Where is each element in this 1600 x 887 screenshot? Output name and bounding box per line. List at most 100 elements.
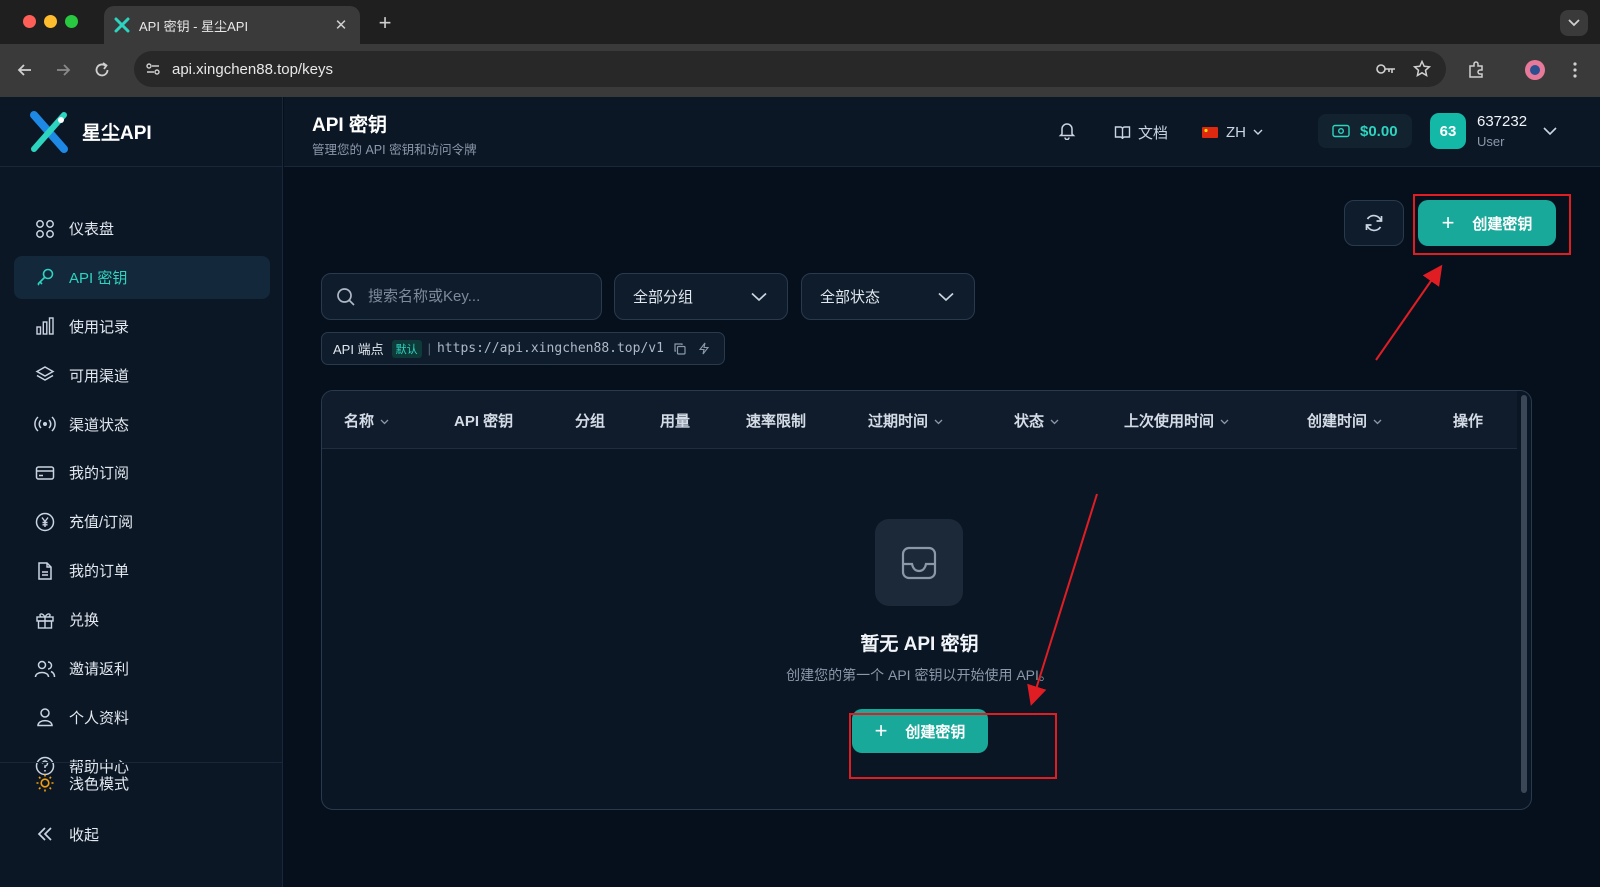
inbox-icon bbox=[875, 519, 963, 606]
sidebar-item-redeem[interactable]: 兑换 bbox=[14, 598, 270, 641]
document-icon bbox=[34, 560, 56, 582]
default-badge: 默认 bbox=[391, 339, 422, 358]
reload-icon[interactable] bbox=[90, 58, 114, 82]
column-header-status[interactable]: 状态 bbox=[1014, 391, 1059, 449]
sidebar-item-subscriptions[interactable]: 我的订阅 bbox=[14, 451, 270, 494]
user-icon bbox=[34, 706, 56, 728]
sidebar-item-label: API 密钥 bbox=[69, 269, 128, 287]
sort-chevron-icon bbox=[1050, 412, 1059, 429]
sidebar-item-label: 邀请返利 bbox=[69, 661, 130, 679]
tab-search-chevron-icon[interactable] bbox=[1560, 10, 1588, 36]
wallet-icon bbox=[1332, 124, 1350, 138]
chevron-down-icon bbox=[938, 292, 954, 302]
column-header-rate-limit: 速率限制 bbox=[746, 412, 807, 430]
api-endpoint-bar: API 端点 默认 | https://api.xingchen88.top/v… bbox=[321, 332, 725, 365]
column-header-usage: 用量 bbox=[660, 412, 691, 430]
sidebar-item-channel-status[interactable]: 渠道状态 bbox=[14, 403, 270, 446]
page-subtitle: 管理您的 API 密钥和访问令牌 bbox=[312, 143, 477, 157]
password-key-icon[interactable] bbox=[1374, 57, 1398, 81]
brand[interactable]: 星尘API bbox=[0, 97, 283, 167]
url-text[interactable]: api.xingchen88.top/keys bbox=[172, 61, 1374, 78]
sort-chevron-icon bbox=[1220, 412, 1229, 429]
bookmark-star-icon[interactable] bbox=[1410, 57, 1434, 81]
group-filter-select[interactable]: 全部分组 bbox=[614, 273, 788, 320]
column-header-name[interactable]: 名称 bbox=[344, 391, 389, 449]
empty-state-subtitle: 创建您的第一个 API 密钥以开始使用 API。 bbox=[786, 667, 1053, 683]
table-scrollbar[interactable] bbox=[1521, 395, 1527, 793]
search-field[interactable] bbox=[321, 273, 602, 320]
user-menu-chevron-icon[interactable] bbox=[1543, 123, 1557, 141]
status-filter-select[interactable]: 全部状态 bbox=[801, 273, 975, 320]
browser-menu-icon[interactable] bbox=[1562, 57, 1588, 83]
address-bar[interactable]: api.xingchen88.top/keys bbox=[134, 51, 1446, 87]
main-content: + 创建密钥 全部分组 全部状态 API 端点 默认 | https://api… bbox=[284, 168, 1600, 887]
sidebar-item-channels[interactable]: 可用渠道 bbox=[14, 354, 270, 397]
copy-icon[interactable] bbox=[672, 341, 688, 357]
page-title: API 密钥 bbox=[312, 115, 387, 136]
user-name[interactable]: 637232 bbox=[1477, 113, 1527, 130]
user-role: User bbox=[1477, 134, 1505, 149]
table-header: 名称 API 密钥 分组 用量 速率限制 过期时间 状态 上次使用时间 创建时间… bbox=[322, 391, 1517, 449]
layers-icon bbox=[34, 364, 56, 386]
column-header-group: 分组 bbox=[575, 412, 606, 430]
sidebar-item-dashboard[interactable]: 仪表盘 bbox=[14, 207, 270, 250]
window-zoom-button[interactable] bbox=[65, 15, 78, 28]
collapse-sidebar-button[interactable]: 收起 bbox=[14, 813, 270, 855]
sidebar-item-label: 我的订阅 bbox=[69, 465, 130, 483]
sidebar-item-label: 我的订单 bbox=[69, 563, 130, 581]
notifications-button[interactable] bbox=[1057, 97, 1077, 167]
column-header-created[interactable]: 创建时间 bbox=[1307, 391, 1382, 449]
signal-icon bbox=[34, 413, 56, 435]
credit-card-icon bbox=[34, 462, 56, 484]
group-filter-value: 全部分组 bbox=[633, 289, 694, 306]
endpoint-label: API 端点 bbox=[333, 342, 384, 357]
balance-badge[interactable]: $0.00 bbox=[1318, 114, 1412, 148]
language-selector[interactable]: ZH bbox=[1202, 97, 1263, 167]
sidebar-item-recharge[interactable]: 充值/订阅 bbox=[14, 500, 270, 543]
browser-tab[interactable]: API 密钥 - 星尘API ✕ bbox=[104, 6, 360, 44]
sidebar-item-orders[interactable]: 我的订单 bbox=[14, 549, 270, 592]
sidebar-item-usage[interactable]: 使用记录 bbox=[14, 305, 270, 348]
extensions-puzzle-icon[interactable] bbox=[1463, 57, 1489, 83]
sidebar-item-referral[interactable]: 邀请返利 bbox=[14, 647, 270, 690]
sidebar-item-label: 兑换 bbox=[69, 612, 100, 630]
browser-toolbar: api.xingchen88.top/keys bbox=[0, 44, 1600, 97]
tab-close-icon[interactable]: ✕ bbox=[332, 16, 350, 34]
sidebar-item-label: 充值/订阅 bbox=[69, 514, 134, 532]
new-tab-icon[interactable]: + bbox=[374, 10, 396, 36]
china-flag-icon bbox=[1202, 126, 1218, 138]
window-close-button[interactable] bbox=[23, 15, 36, 28]
brand-logo-icon bbox=[30, 110, 68, 153]
docs-label: 文档 bbox=[1138, 124, 1169, 142]
site-settings-icon[interactable] bbox=[142, 58, 164, 80]
column-header-actions: 操作 bbox=[1453, 412, 1484, 430]
column-header-expires[interactable]: 过期时间 bbox=[868, 391, 943, 449]
browser-chrome: API 密钥 - 星尘API ✕ + api.xingchen88.top/ke… bbox=[0, 0, 1600, 97]
top-bar: API 密钥 管理您的 API 密钥和访问令牌 文档 ZH $0.00 63 6… bbox=[284, 97, 1600, 167]
site-favicon-icon bbox=[114, 17, 130, 33]
refresh-button[interactable] bbox=[1344, 200, 1404, 246]
docs-link[interactable]: 文档 bbox=[1114, 97, 1168, 167]
window-minimize-button[interactable] bbox=[44, 15, 57, 28]
sidebar-nav: 仪表盘 API 密钥 使用记录 可用渠道 渠道状态 我的订阅 充值/订阅 我的订… bbox=[14, 207, 270, 794]
brand-name: 星尘API bbox=[82, 123, 152, 144]
search-input[interactable] bbox=[368, 288, 588, 305]
profile-avatar-icon[interactable] bbox=[1522, 57, 1548, 83]
sidebar: 星尘API 仪表盘 API 密钥 使用记录 可用渠道 渠道状态 我的订阅 充值/… bbox=[0, 97, 283, 887]
sidebar-item-label: 仪表盘 bbox=[69, 221, 115, 238]
sidebar-item-profile[interactable]: 个人资料 bbox=[14, 696, 270, 739]
status-filter-value: 全部状态 bbox=[820, 289, 881, 306]
book-icon bbox=[1114, 124, 1131, 141]
theme-toggle-button[interactable]: 浅色模式 bbox=[14, 762, 270, 804]
avatar[interactable]: 63 bbox=[1430, 113, 1466, 149]
endpoint-separator: | bbox=[427, 341, 431, 356]
lightning-icon[interactable] bbox=[696, 341, 712, 357]
sidebar-item-label: 可用渠道 bbox=[69, 367, 130, 385]
sidebar-item-api-keys[interactable]: API 密钥 bbox=[14, 255, 270, 299]
sidebar-item-label: 渠道状态 bbox=[69, 416, 130, 434]
back-arrow-icon[interactable] bbox=[13, 58, 37, 82]
column-header-api-key: API 密钥 bbox=[454, 412, 514, 430]
dashboard-icon bbox=[34, 218, 56, 240]
column-header-last-used[interactable]: 上次使用时间 bbox=[1124, 391, 1229, 449]
forward-arrow-icon[interactable] bbox=[51, 58, 75, 82]
